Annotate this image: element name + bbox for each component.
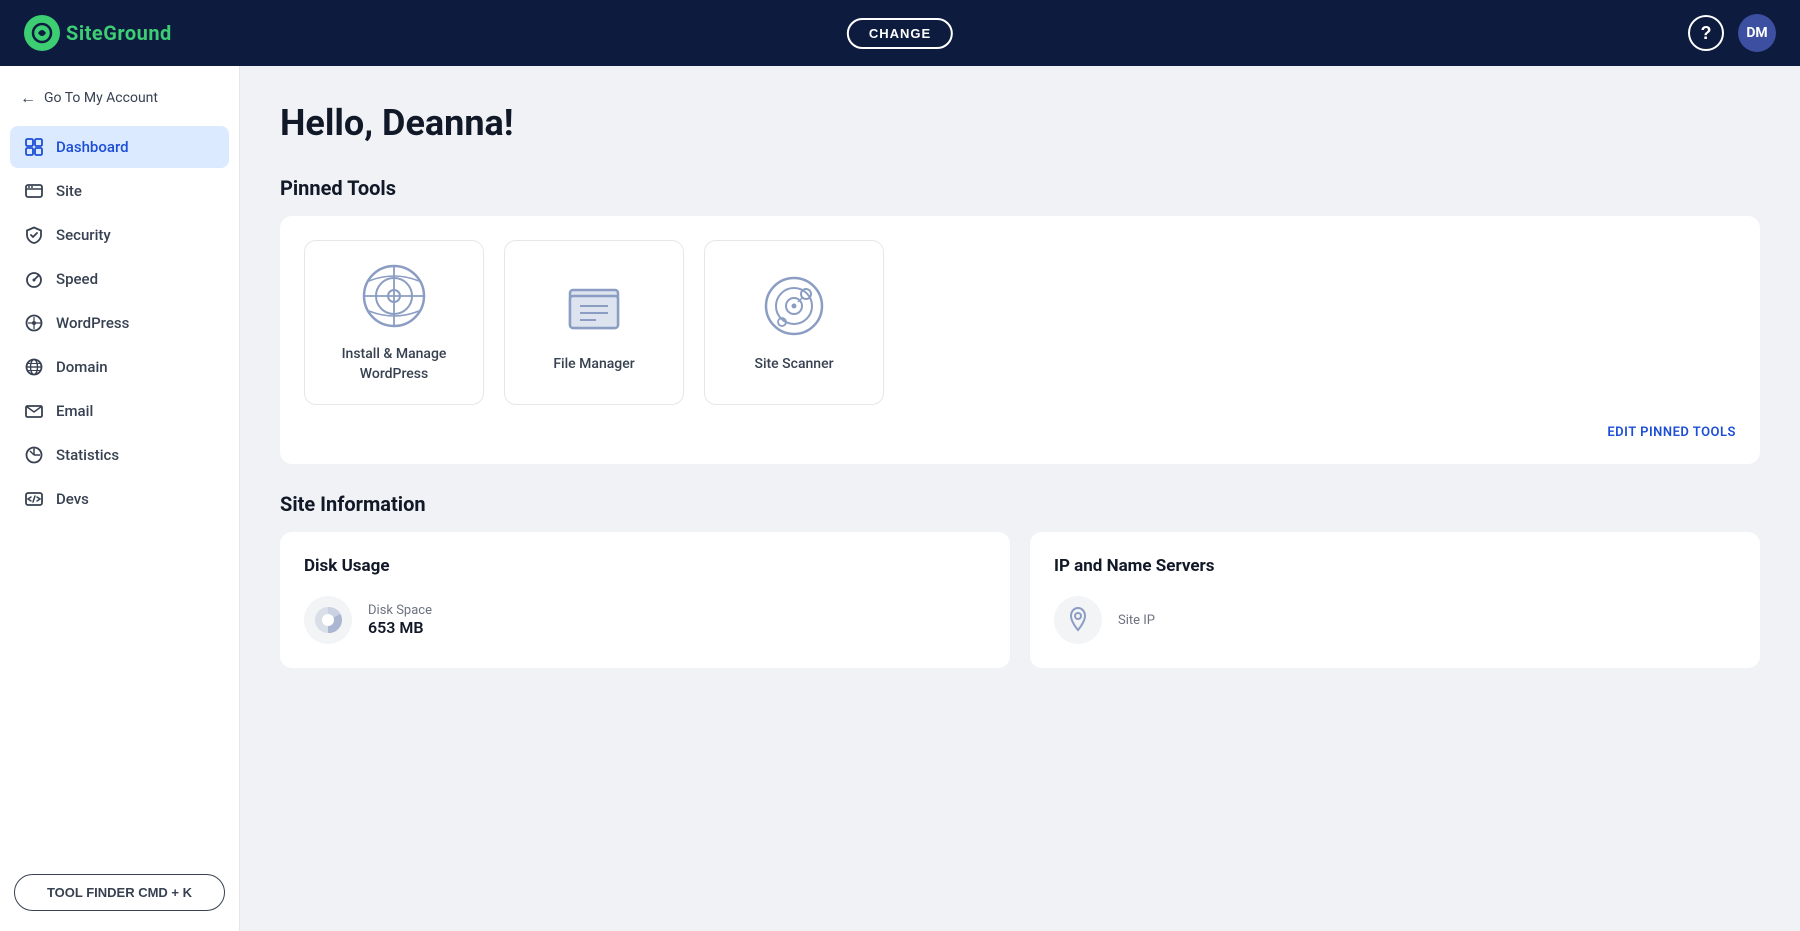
tool-card-sitescanner[interactable]: Site Scanner [704, 240, 884, 405]
back-to-account-link[interactable]: ← Go To My Account [0, 74, 239, 122]
sidebar: ← Go To My Account Dashboard [0, 66, 240, 931]
main-layout: ← Go To My Account Dashboard [0, 66, 1800, 931]
help-button[interactable]: ? [1688, 15, 1724, 51]
page-title: Hello, Deanna! [280, 102, 1760, 144]
disk-usage-title: Disk Usage [304, 556, 986, 576]
sidebar-item-email[interactable]: Email [10, 390, 229, 432]
domain-icon [24, 357, 44, 377]
back-label: Go To My Account [44, 90, 158, 106]
devs-icon [24, 489, 44, 509]
logo-icon [24, 15, 60, 51]
sidebar-item-dashboard[interactable]: Dashboard [10, 126, 229, 168]
tool-card-wordpress[interactable]: Install & Manage WordPress [304, 240, 484, 405]
sidebar-item-label-security: Security [56, 226, 111, 244]
site-info-title: Site Information [280, 492, 1760, 516]
disk-space-row: Disk Space 653 MB [304, 596, 986, 644]
sidebar-item-devs[interactable]: Devs [10, 478, 229, 520]
sidebar-item-label-email: Email [56, 402, 93, 420]
edit-pinned-tools-link[interactable]: EDIT PINNED TOOLS [1607, 425, 1736, 440]
top-navigation: SiteGround CHANGE ? DM [0, 0, 1800, 66]
sidebar-nav: Dashboard Site [0, 122, 239, 862]
main-content: Hello, Deanna! Pinned Tools [240, 66, 1800, 931]
disk-usage-card: Disk Usage Disk Space 653 MB [280, 532, 1010, 668]
sidebar-item-site[interactable]: Site [10, 170, 229, 212]
user-avatar[interactable]: DM [1738, 14, 1776, 52]
site-ip-icon [1054, 596, 1102, 644]
security-icon [24, 225, 44, 245]
sitescanner-tool-icon [759, 271, 829, 341]
disk-space-info: Disk Space 653 MB [368, 603, 432, 637]
sidebar-item-wordpress[interactable]: WordPress [10, 302, 229, 344]
disk-space-icon [304, 596, 352, 644]
sidebar-item-label-site: Site [56, 182, 82, 200]
sidebar-item-label-domain: Domain [56, 358, 108, 376]
site-ip-label: Site IP [1118, 613, 1155, 628]
disk-space-value: 653 MB [368, 618, 432, 637]
pinned-tools-card: Install & Manage WordPress File Manager [280, 216, 1760, 464]
sidebar-item-statistics[interactable]: Statistics [10, 434, 229, 476]
sidebar-item-label-wordpress: WordPress [56, 314, 129, 332]
tool-finder-button[interactable]: TOOL FINDER CMD + K [14, 874, 225, 911]
email-icon [24, 401, 44, 421]
filemanager-tool-icon [559, 271, 629, 341]
tool-label-wordpress: Install & Manage WordPress [321, 345, 467, 384]
pinned-tools-title: Pinned Tools [280, 176, 1760, 200]
edit-pinned-container: EDIT PINNED TOOLS [304, 421, 1736, 440]
speed-icon [24, 269, 44, 289]
change-button[interactable]: CHANGE [847, 18, 953, 49]
sidebar-item-security[interactable]: Security [10, 214, 229, 256]
logo[interactable]: SiteGround [24, 15, 172, 51]
wordpress-tool-icon [359, 261, 429, 331]
ip-servers-card: IP and Name Servers Site IP [1030, 532, 1760, 668]
sidebar-item-domain[interactable]: Domain [10, 346, 229, 388]
tool-label-filemanager: File Manager [553, 355, 634, 375]
sidebar-item-label-statistics: Statistics [56, 446, 119, 464]
wordpress-nav-icon [24, 313, 44, 333]
logo-text: SiteGround [66, 21, 172, 45]
nav-right: ? DM [1688, 14, 1776, 52]
back-arrow-icon: ← [20, 88, 36, 108]
sidebar-item-label-speed: Speed [56, 270, 98, 288]
sidebar-item-label-devs: Devs [56, 490, 89, 508]
site-icon [24, 181, 44, 201]
site-ip-info: Site IP [1118, 613, 1155, 628]
site-ip-row: Site IP [1054, 596, 1736, 644]
dashboard-icon [24, 137, 44, 157]
tool-card-filemanager[interactable]: File Manager [504, 240, 684, 405]
site-info-grid: Disk Usage Disk Space 653 MB [280, 532, 1760, 668]
ip-servers-title: IP and Name Servers [1054, 556, 1736, 576]
tool-label-sitescanner: Site Scanner [754, 355, 833, 375]
sidebar-item-speed[interactable]: Speed [10, 258, 229, 300]
statistics-icon [24, 445, 44, 465]
sidebar-item-label-dashboard: Dashboard [56, 138, 129, 156]
disk-space-label: Disk Space [368, 603, 432, 618]
pinned-tools-grid: Install & Manage WordPress File Manager [304, 240, 1736, 405]
